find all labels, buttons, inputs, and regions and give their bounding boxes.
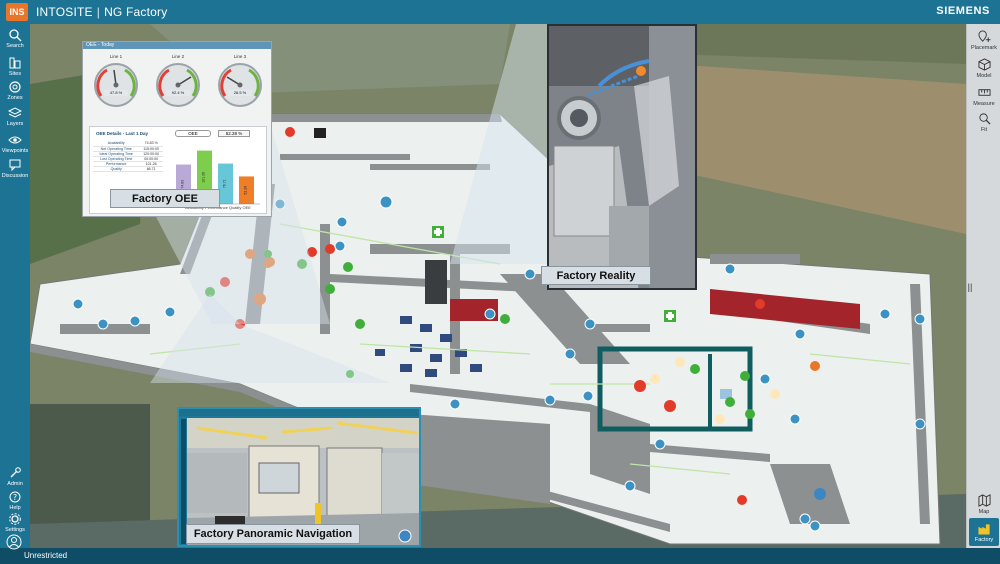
callout-factory-oee: Factory OEE [110, 189, 220, 208]
globe-icon[interactable] [814, 488, 826, 500]
table-row: Ideal Operating Time 120:00:00 [93, 151, 163, 157]
table-row: Net Operating Time 115:00:00 [93, 146, 163, 152]
tool-placemark[interactable]: Placemark [969, 26, 999, 54]
nav-admin[interactable]: Admin [0, 466, 30, 487]
tool-measure[interactable]: Measure [969, 82, 999, 110]
tool-factory[interactable]: Factory [969, 518, 999, 546]
robot-photo [549, 26, 695, 288]
nav-search[interactable]: Search [0, 28, 30, 49]
admin-icon [10, 467, 21, 478]
nav-help[interactable]: ? Help [0, 490, 30, 511]
bar-value-label: 76.71 [223, 179, 227, 188]
3d-viewport[interactable]: OEE - Today Line 1 47.8 % Line 2 92.4 % … [30, 24, 966, 548]
top-bar: INS INTOSITE | NG Factory SIEMENS [0, 0, 1000, 24]
nav-label: Settings [5, 527, 25, 533]
app-title: INTOSITE | NG Factory [36, 5, 167, 19]
gauge-value: 26.5 % [228, 90, 252, 96]
gauge-value: 47.8 % [104, 90, 128, 96]
gear-icon [9, 513, 21, 525]
metric-value: 66.71 [139, 166, 163, 172]
zones-icon [9, 81, 21, 93]
gauge-value: 92.4 % [166, 90, 190, 96]
layers-icon [8, 107, 22, 118]
tool-model[interactable]: Model [969, 54, 999, 82]
gauge-line-2[interactable]: Line 2 92.4 % [151, 54, 205, 110]
pano-header-bar [179, 409, 419, 416]
oee-metrics-table: Availability 74.83 % Net Operating Time 11… [93, 141, 163, 172]
project-name[interactable]: NG Factory [104, 5, 167, 19]
nav-label: Admin [7, 481, 23, 487]
product-name: INTOSITE [36, 5, 93, 19]
gauge-line-3[interactable]: Line 3 26.5 % [213, 54, 267, 110]
tool-label: Measure [973, 100, 995, 107]
app-window: INS INTOSITE | NG Factory SIEMENS Search S… [0, 0, 1000, 564]
eye-icon [8, 136, 22, 144]
nav-label: Discussion [1, 173, 29, 179]
placemark-icon [977, 29, 991, 42]
oee-label-button[interactable]: OEE [175, 130, 211, 137]
oee-value: 52.28 % [218, 130, 250, 137]
nav-layers[interactable]: Layers [0, 106, 30, 127]
title-separator: | [96, 5, 101, 19]
bar-value-label: 74.83 [181, 180, 185, 189]
gauge-title: Line 1 [109, 54, 123, 59]
search-icon [9, 29, 22, 42]
tool-map[interactable]: Map [969, 490, 999, 518]
tool-label: Model [976, 72, 992, 79]
gauge-title: Line 3 [233, 54, 247, 59]
status-bar: Unrestricted [0, 534, 1000, 564]
display-board [314, 128, 326, 138]
brand-logo: SIEMENS [936, 5, 990, 17]
nav-settings[interactable]: Settings [0, 512, 30, 533]
nav-label: Layers [6, 121, 24, 127]
alert-pin[interactable] [810, 361, 820, 371]
left-sidebar: Search Sites Zones Layers Viewpoints Dis… [0, 24, 30, 564]
factory-reality-image[interactable] [547, 24, 697, 290]
help-icon: ? [9, 491, 21, 503]
user-avatar-icon[interactable] [6, 534, 22, 550]
nav-sites[interactable]: Sites [0, 56, 30, 77]
table-row: Quality 66.71 [93, 166, 163, 172]
panel-collapse-handle[interactable]: || [966, 282, 974, 294]
gauge-title: Line 2 [171, 54, 185, 59]
gauge-dial [218, 63, 262, 107]
tool-fit[interactable]: Fit [969, 108, 999, 136]
access-status: Unrestricted [24, 551, 68, 560]
table-row: Lost Operating Time 00:00:00 [93, 156, 163, 162]
nav-label: Help [9, 505, 21, 511]
metric-name: Ideal Operating Time [93, 151, 140, 157]
callout-factory-pano: Factory Panoramic Navigation [186, 524, 360, 544]
gauge-line-1[interactable]: Line 1 47.8 % [89, 54, 143, 110]
tool-label: Placemark [971, 44, 997, 51]
nav-label: Zones [7, 95, 23, 101]
bar-value-label: 52.28 [244, 186, 248, 195]
tool-label: Fit [980, 126, 988, 133]
tool-label: Map [978, 508, 990, 515]
svg-text:?: ? [13, 493, 17, 502]
metric-name: Quality [93, 166, 140, 172]
oee-panel-header: OEE - Today [83, 42, 271, 49]
tool-label: Factory [974, 536, 994, 543]
map-icon [977, 493, 991, 507]
bar-value-label: 101.26 [202, 172, 206, 183]
nav-label: Search [6, 43, 24, 49]
sites-icon [9, 57, 21, 69]
cube-icon [977, 57, 991, 71]
nav-label: Viewpoints [1, 148, 29, 154]
callout-factory-reality: Factory Reality [541, 266, 651, 285]
ruler-icon [977, 88, 991, 96]
factory-icon [977, 523, 990, 535]
nav-zones[interactable]: Zones [0, 80, 30, 101]
nav-label: Sites [8, 71, 22, 77]
nav-discussion[interactable]: Discussion [0, 158, 30, 179]
chat-icon [9, 159, 21, 172]
nav-viewpoints[interactable]: Viewpoints [0, 133, 30, 154]
tall-machine[interactable] [425, 260, 447, 304]
app-logo: INS [6, 3, 28, 21]
fit-icon [978, 112, 990, 124]
gauge-dial [156, 63, 200, 107]
gauge-dial [94, 63, 138, 107]
oee-details-title: OEE Details - Last 1 Day [96, 131, 149, 136]
